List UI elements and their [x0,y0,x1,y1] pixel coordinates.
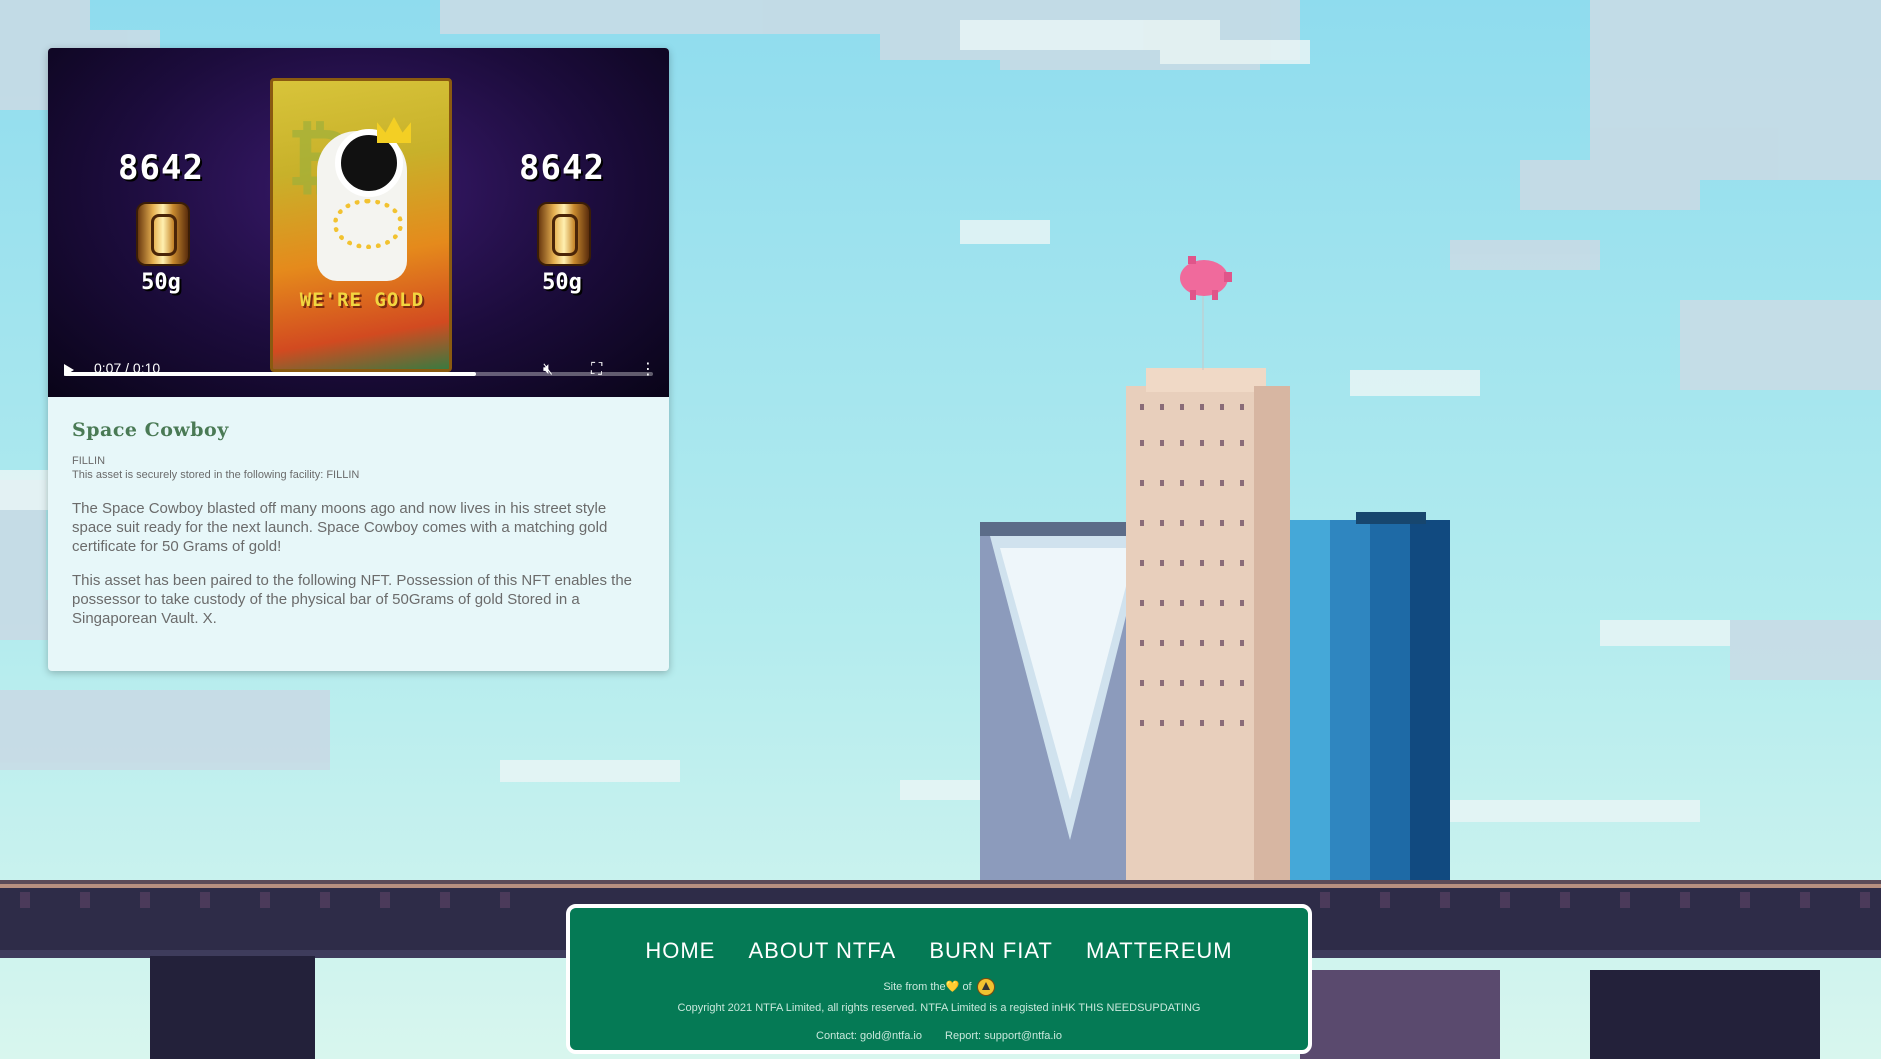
copyright: Copyright 2021 NTFA Limited, all rights … [677,1002,1201,1014]
skyscraper-blue [1290,512,1450,902]
studio-logo-icon[interactable] [976,978,995,996]
report-email-link[interactable]: Report: support@ntfa.io [945,1030,1062,1042]
site-footer: HOME ABOUT NTFA BURN FIAT MATTEREUM Site… [566,904,1312,1054]
footer-nav: HOME ABOUT NTFA BURN FIAT MATTEREUM [570,938,1308,964]
nft-artwork: ₿ WE'RE GOLD [270,78,452,372]
nav-home-link[interactable]: HOME [645,938,715,963]
nft-info: Space Cowboy FILLIN This asset is secure… [48,397,669,646]
crown-icon [377,117,411,143]
heart-icon: 💛 [945,980,960,993]
nft-pairing: This asset has been paired to the follow… [72,572,633,627]
gold-bar-icon [136,202,190,266]
nft-card: 8642 50g ₿ WE'RE GOLD 8642 50g 0:07 / 0:… [48,48,669,671]
art-caption: WE'RE GOLD [299,289,425,311]
weight-left: 50g [141,270,181,295]
fullscreen-icon[interactable]: ⛶ [591,359,602,379]
nav-about-link[interactable]: ABOUT NTFA [748,938,896,963]
contact-line: Contact: gold@ntfa.io Report: support@nt… [570,1030,1308,1042]
nft-location: FILLIN [72,455,106,467]
made-prefix: Site from the [883,980,946,993]
contact-email-link[interactable]: Contact: gold@ntfa.io [816,1030,922,1042]
made-by-line: Site from the💛 of [570,978,1308,996]
nft-title: Space Cowboy [72,419,229,441]
gold-bar-icon [537,202,591,266]
made-of: of [962,980,972,993]
storage-note: This asset is securely stored in the fol… [72,469,360,481]
video-progress-bar[interactable] [64,372,653,376]
mute-icon[interactable]: 🔇︎ [543,359,553,379]
counter-right: 8642 [519,148,605,188]
skyscraper-beige [1126,368,1290,902]
video-controls: 0:07 / 0:10 🔇︎ ⛶ ⋮ [48,359,669,388]
nft-video-player[interactable]: 8642 50g ₿ WE'RE GOLD 8642 50g 0:07 / 0:… [48,48,669,397]
weight-right: 50g [542,270,582,295]
gold-chain [333,199,403,249]
nft-description: The Space Cowboy blasted off many moons … [72,500,608,555]
nav-burn-fiat-link[interactable]: BURN FIAT [929,938,1052,963]
counter-left: 8642 [118,148,204,188]
nav-mattereum-link[interactable]: MATTEREUM [1086,938,1233,963]
video-progress-fill [64,372,477,376]
